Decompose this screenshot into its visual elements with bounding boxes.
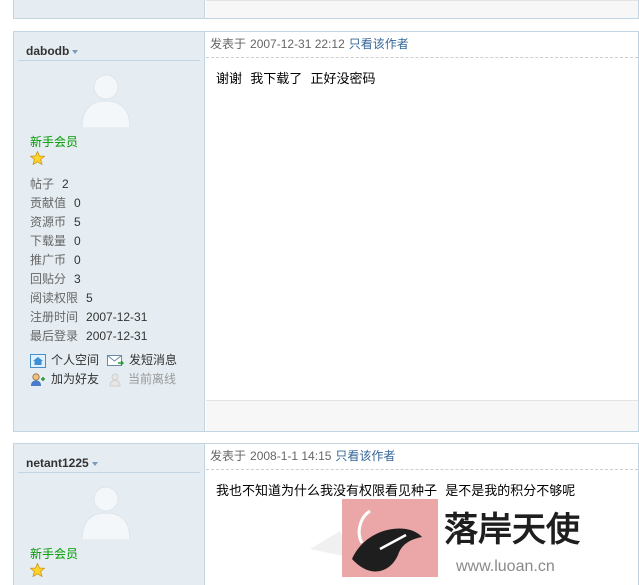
divider [18,472,200,473]
site-watermark: 落岸天使 www.luoan.cn [310,499,581,577]
previous-post-footer [206,0,638,18]
author-name-menu[interactable]: dabodb [26,44,79,58]
online-status: 当前离线 [107,370,176,389]
stat-last-login: 最后登录 2007-12-31 [30,329,148,343]
watermark-url: www.luoan.cn [455,558,555,575]
personal-space-link[interactable]: 个人空间 [30,351,99,370]
stat-register-date: 注册时间 2007-12-31 [30,310,148,324]
stat-read-permission: 阅读权限 5 [30,291,93,305]
stat-coins: 资源币 5 [30,215,81,229]
watermark-text: 落岸天使 [444,510,581,550]
home-icon [30,353,46,368]
star-icon [30,151,45,165]
posted-label: 发表于 [210,449,247,463]
previous-post-sidebar [14,0,205,18]
offline-user-icon [109,373,121,386]
member-rank: 新手会员 [30,135,79,149]
add-friend-link[interactable]: 加为好友 [30,370,99,389]
divider [18,60,200,61]
avatar[interactable] [76,68,136,128]
post-2-author-sidebar: netant1225 新手会员 [14,444,205,585]
stat-downloads: 下载量 0 [30,234,81,248]
author-name[interactable]: dabodb [26,44,69,58]
post-1-author-sidebar: dabodb 新手会员 帖子 2 贡献值 0 资源币 5 下载量 0 推广币 0 回贴分 3… [14,32,205,431]
add-friend-icon [31,372,45,386]
post-2-header: 发表于 2008-1-1 14:15 只看该作者 [206,444,638,470]
member-actions: 个人空间 发短消息 加为好友 当前离线 [30,351,200,389]
send-message-link[interactable]: 发短消息 [107,351,177,370]
member-stats: 帖子 2 贡献值 0 资源币 5 下载量 0 推广币 0 回贴分 3 阅读权限 5 注册时间 2… [30,175,147,346]
post-1: dabodb 新手会员 帖子 2 贡献值 0 资源币 5 下载量 0 推广币 0 回贴分 3… [13,31,639,432]
posted-time: 2008-1-1 14:15 [250,449,332,463]
member-rank: 新手会员 [30,547,79,561]
posted-label: 发表于 [210,37,247,51]
stat-promo-coins: 推广币 0 [30,253,81,267]
previous-post-stub [13,0,639,19]
post-1-header: 发表于 2007-12-31 22:12 只看该作者 [206,32,638,58]
post-1-content: 谢谢 我下载了 正好没密码 [216,72,376,87]
author-name[interactable]: netant1225 [26,456,89,470]
author-name-menu[interactable]: netant1225 [26,456,98,470]
posted-time: 2007-12-31 22:12 [250,37,345,51]
stat-posts: 帖子 2 [30,177,69,191]
envelope-icon [107,354,125,366]
stat-contribution: 贡献值 0 [30,196,81,210]
avatar[interactable] [76,480,136,540]
post-1-footer [206,400,638,431]
only-author-link[interactable]: 只看该作者 [335,449,395,463]
chevron-down-icon[interactable] [91,461,98,466]
stat-reply-score: 回贴分 3 [30,272,81,286]
only-author-link[interactable]: 只看该作者 [349,37,409,51]
chevron-down-icon[interactable] [72,49,79,54]
star-icon [30,563,45,577]
